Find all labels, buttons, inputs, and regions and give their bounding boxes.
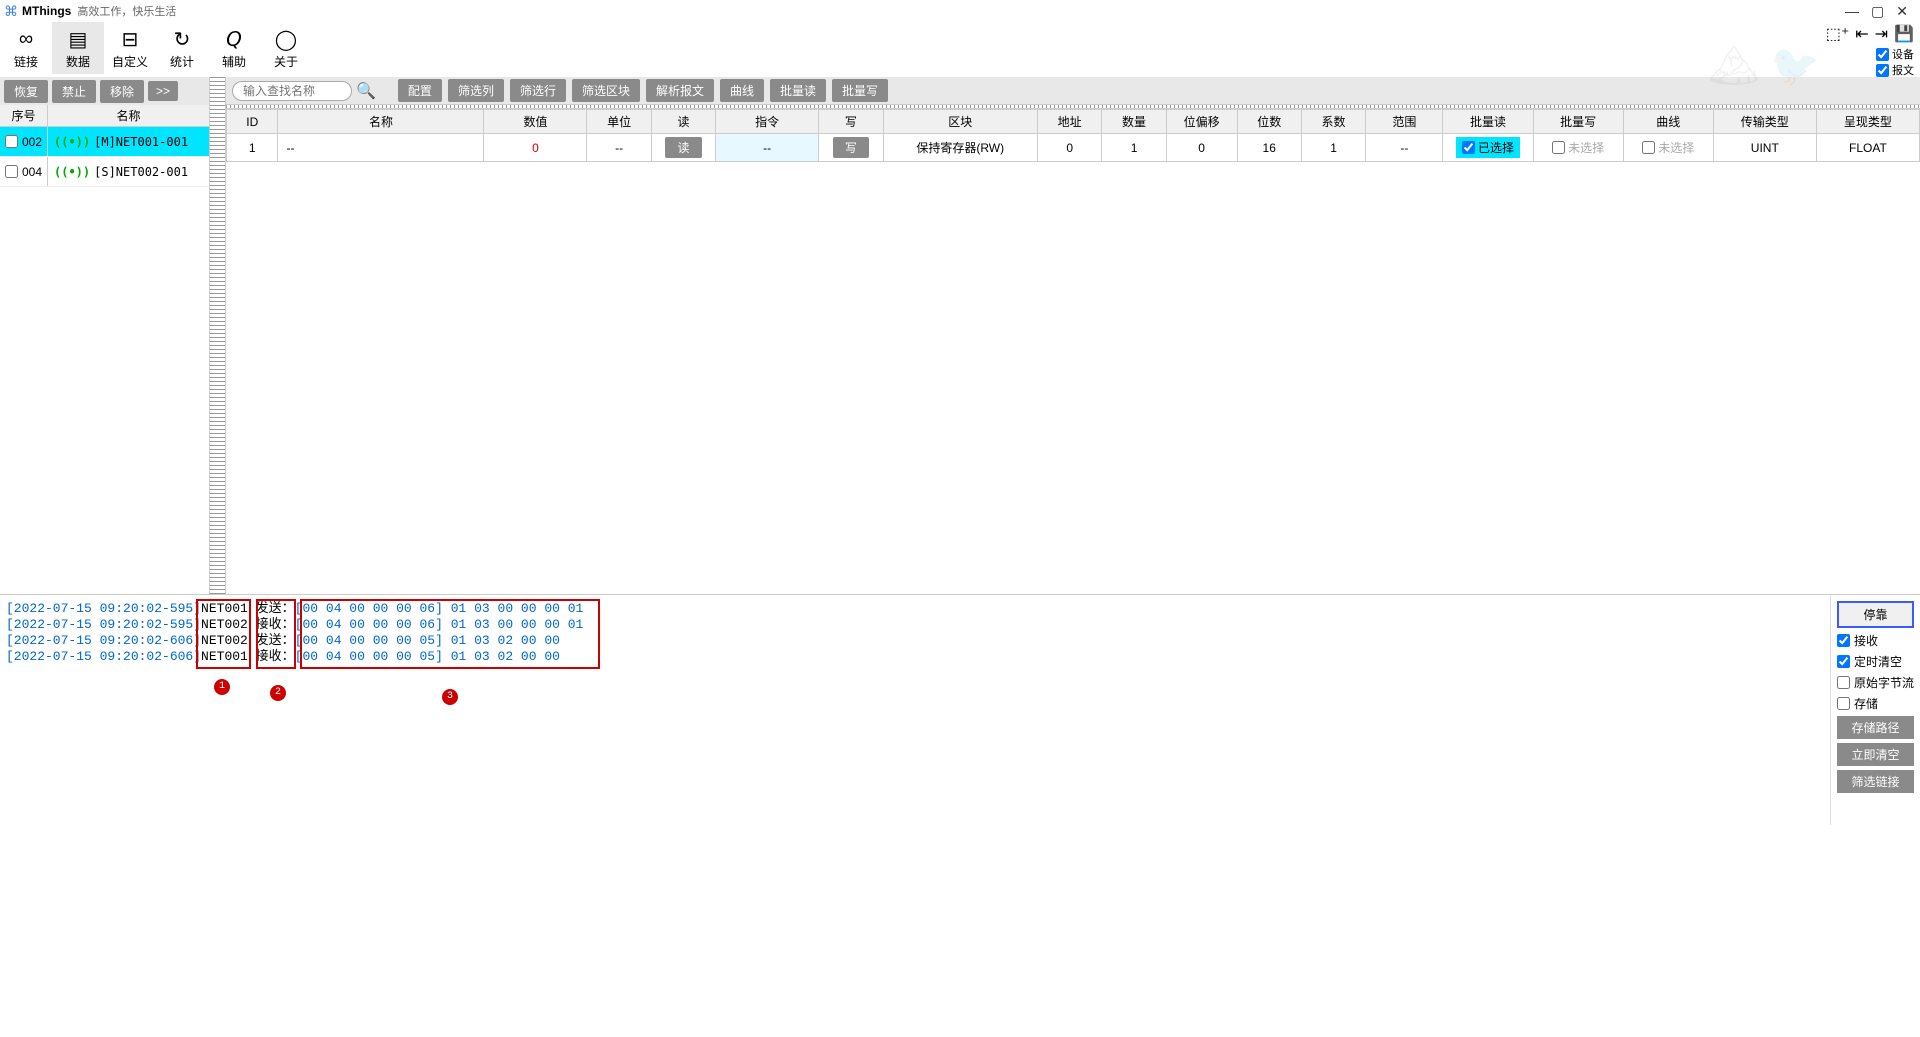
device-list-header: 序号 名称 [0, 105, 209, 127]
titlebar: ⌘ MThings 高效工作，快乐生活 — ▢ ✕ [0, 0, 1920, 22]
device-row[interactable]: 004 ((•))[S]NET002-001 [0, 157, 209, 187]
ribbon: ∞链接 ▤数据 ⊟自定义 ↻统计 𝘘辅助 ◯关于 🏔 🐦 ⬚⁺ ⇤ ⇥ 💾 设备… [0, 22, 1920, 77]
check-message[interactable]: 报文 [1876, 62, 1914, 78]
log-area: [2022-07-15 09:20:02-595]NET001 发送：[00 0… [0, 595, 1920, 825]
filter-link-button[interactable]: 筛选链接 [1837, 770, 1914, 793]
clip-icon: 𝘘 [226, 27, 242, 53]
user-icon: ◯ [275, 27, 297, 53]
app-subtitle: 高效工作，快乐生活 [77, 3, 176, 19]
config-button[interactable]: 配置 [398, 79, 442, 102]
device-toolbar: 恢复 禁止 移除 >> [0, 77, 210, 105]
device-check[interactable] [5, 135, 18, 148]
new-tab-icon[interactable]: ⬚⁺ [1826, 24, 1850, 44]
batch-write-cell[interactable]: 未选择 [1552, 139, 1604, 156]
restore-button[interactable]: 恢复 [4, 80, 48, 103]
close-button[interactable]: ✕ [1896, 3, 1908, 20]
forbid-button[interactable]: 禁止 [52, 80, 96, 103]
more-button[interactable]: >> [148, 81, 178, 101]
signal-icon: ((•)) [54, 165, 90, 179]
log-line: [2022-07-15 09:20:02-595]NET001 发送：[00 0… [6, 601, 1824, 617]
link-icon: ∞ [19, 27, 33, 53]
filter-block-button[interactable]: 筛选区块 [572, 79, 640, 102]
write-button[interactable]: 写 [833, 137, 869, 158]
filter-row-button[interactable]: 筛选行 [510, 79, 566, 102]
window-controls: — ▢ ✕ [1845, 3, 1916, 20]
parse-msg-button[interactable]: 解析报文 [646, 79, 714, 102]
ruler-corner [210, 77, 226, 105]
batch-write-button[interactable]: 批量写 [832, 79, 888, 102]
signal-icon: ((•)) [54, 135, 90, 149]
app-name: MThings [22, 4, 71, 18]
check-device[interactable]: 设备 [1876, 46, 1914, 62]
data-panel: ID名称 数值单位 读指令 写区块 地址数量 位偏移位数 系数范围 批量读批量写… [226, 105, 1920, 594]
log-line: [2022-07-15 09:20:02-606]NET001 接收：[00 0… [6, 649, 1824, 665]
log-line: [2022-07-15 09:20:02-606]NET002 发送：[00 0… [6, 633, 1824, 649]
app-logo-icon: ⌘ [4, 3, 18, 20]
search-input[interactable] [232, 81, 352, 101]
save-icon[interactable]: 💾 [1894, 24, 1914, 44]
curve-button[interactable]: 曲线 [720, 79, 764, 102]
filter-col-button[interactable]: 筛选列 [448, 79, 504, 102]
vertical-ruler [210, 105, 226, 594]
store-path-button[interactable]: 存储路径 [1837, 716, 1914, 739]
ribbon-data[interactable]: ▤数据 [52, 22, 104, 74]
autoclear-check[interactable]: 定时清空 [1837, 653, 1914, 670]
batch-read-cell[interactable]: 已选择 [1456, 137, 1520, 158]
remove-button[interactable]: 移除 [100, 80, 144, 103]
log-sidebar: 停靠 接收 定时清空 原始字节流 存储 存储路径 立即清空 筛选链接 [1830, 595, 1920, 825]
ribbon-stats[interactable]: ↻统计 [156, 22, 208, 74]
device-panel: 序号 名称 002 ((•))[M]NET001-001 004 ((•))[S… [0, 105, 210, 594]
ribbon-about[interactable]: ◯关于 [260, 22, 312, 74]
data-icon: ▤ [69, 27, 88, 53]
col-seq: 序号 [0, 105, 48, 126]
export-icon[interactable]: ⇥ [1875, 24, 1888, 44]
device-row[interactable]: 002 ((•))[M]NET001-001 [0, 127, 209, 157]
ribbon-right: ⬚⁺ ⇤ ⇥ 💾 设备 报文 [1826, 24, 1914, 78]
pause-button[interactable]: 停靠 [1837, 601, 1914, 628]
data-grid: ID名称 数值单位 读指令 写区块 地址数量 位偏移位数 系数范围 批量读批量写… [226, 109, 1920, 162]
col-name: 名称 [48, 105, 209, 126]
grid-header-row: ID名称 数值单位 读指令 写区块 地址数量 位偏移位数 系数范围 批量读批量写… [227, 110, 1920, 134]
log-line: [2022-07-15 09:20:02-595]NET002 接收：[00 0… [6, 617, 1824, 633]
annotation-badge-3: 3 [442, 689, 458, 705]
rawbytes-check[interactable]: 原始字节流 [1837, 674, 1914, 691]
device-check[interactable] [5, 165, 18, 178]
clear-now-button[interactable]: 立即清空 [1837, 743, 1914, 766]
custom-icon: ⊟ [122, 27, 139, 53]
data-toolbar: 🔍 配置 筛选列 筛选行 筛选区块 解析报文 曲线 批量读 批量写 [226, 77, 1920, 105]
ribbon-assist[interactable]: 𝘘辅助 [208, 22, 260, 74]
recv-check[interactable]: 接收 [1837, 632, 1914, 649]
grid-row[interactable]: 1 -- 0 -- 读 -- 写 保持寄存器(RW) 0 1 0 16 1 --… [227, 134, 1920, 162]
import-icon[interactable]: ⇤ [1855, 24, 1868, 44]
stats-icon: ↻ [174, 27, 191, 53]
batch-read-button[interactable]: 批量读 [770, 79, 826, 102]
store-check[interactable]: 存储 [1837, 695, 1914, 712]
log-text[interactable]: [2022-07-15 09:20:02-595]NET001 发送：[00 0… [0, 595, 1830, 825]
ribbon-custom[interactable]: ⊟自定义 [104, 22, 156, 74]
annotation-badge-2: 2 [270, 685, 286, 701]
main-area: 序号 名称 002 ((•))[M]NET001-001 004 ((•))[S… [0, 105, 1920, 595]
minimize-button[interactable]: — [1845, 3, 1859, 20]
ribbon-link[interactable]: ∞链接 [0, 22, 52, 74]
curve-cell[interactable]: 未选择 [1642, 139, 1694, 156]
search-icon[interactable]: 🔍 [356, 81, 376, 101]
maximize-button[interactable]: ▢ [1871, 3, 1884, 20]
annotation-badge-1: 1 [214, 679, 230, 695]
read-button[interactable]: 读 [665, 137, 701, 158]
